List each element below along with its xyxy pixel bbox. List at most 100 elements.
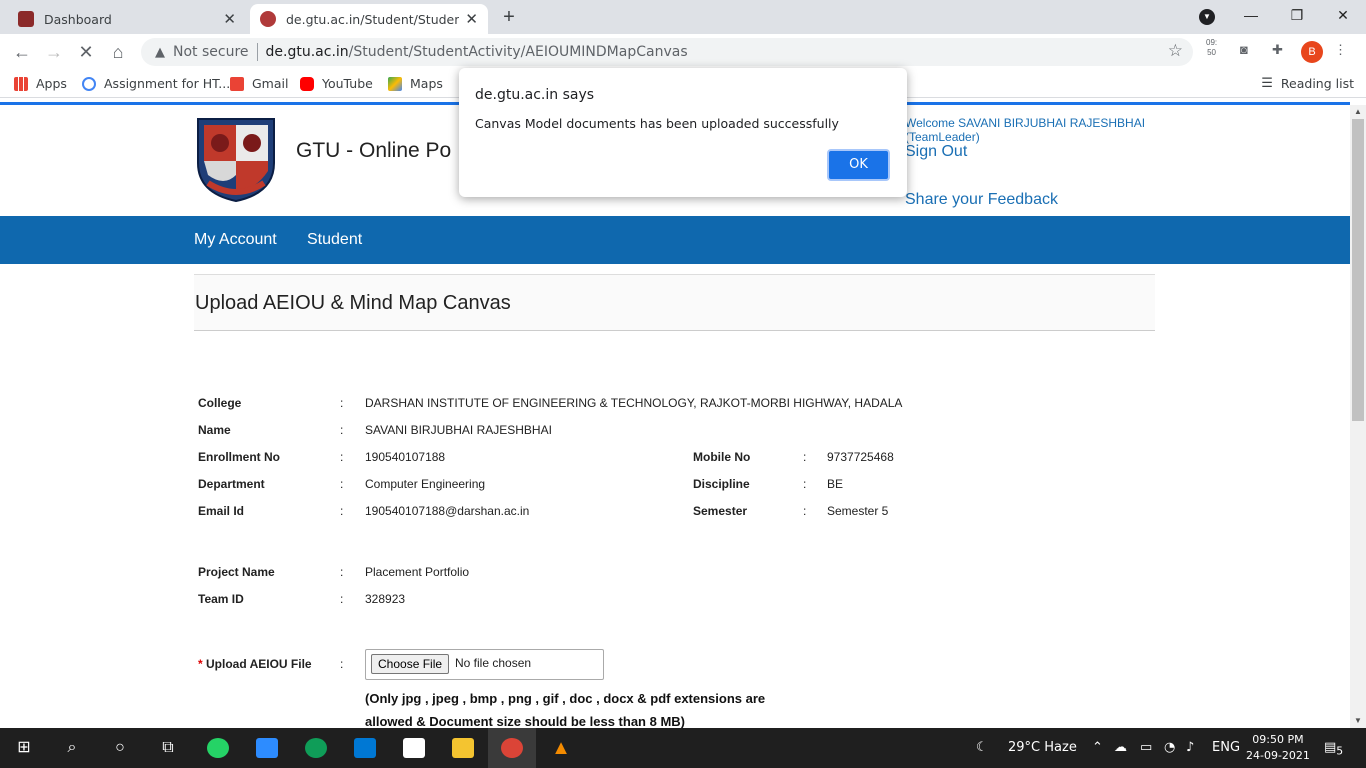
discipline-value: BE [827,477,844,491]
scroll-down-icon[interactable]: ▼ [1350,714,1366,728]
browser-menu-icon[interactable]: ⋮ [1334,42,1347,58]
colon: : [803,477,807,491]
department-label: Department [198,477,265,491]
page-scrollbar[interactable]: ▲ ▼ [1350,105,1366,728]
mail-icon[interactable] [341,734,389,762]
battery-icon[interactable]: ▭ [1140,740,1152,755]
search-icon[interactable]: ⌕ [48,734,96,762]
language-indicator[interactable]: ENG [1212,740,1240,755]
weather-icon[interactable]: ☾ [976,740,988,755]
minimize-icon[interactable]: — [1228,0,1274,32]
new-tab-button[interactable]: + [497,6,521,30]
ok-button[interactable]: OK [827,149,890,181]
dialog-title: de.gtu.ac.in says [475,87,595,103]
page-title: Upload AEIOU & Mind Map Canvas [195,292,511,314]
profile-avatar[interactable]: B [1301,41,1323,63]
sign-out-link[interactable]: Sign Out [905,143,967,161]
whatsapp-icon[interactable] [194,734,242,762]
url-path: /Student/StudentActivity/AEIOUMINDMapCan… [348,44,688,60]
camera-extension-icon[interactable]: ◙ [1240,42,1248,57]
bookmark-label: Assignment for HT... [104,76,231,91]
notification-count: 5 [1336,744,1344,758]
warning-triangle-icon[interactable]: ▲ [155,45,165,60]
upload-label-text: Upload AEIOU File [206,657,312,671]
tray-chevron-icon[interactable]: ⌃ [1092,740,1103,755]
upload-note-line: allowed & Document size should be less t… [365,714,685,728]
bookmark-assignment[interactable]: Assignment for HT... [82,76,230,91]
bookmark-label: Maps [410,76,443,91]
reading-list[interactable]: ☰ Reading list [1261,76,1354,91]
address-bar[interactable]: ▲ Not secure de.gtu.ac.in/Student/Studen… [141,38,1193,66]
upload-label: * Upload AEIOU File [198,657,312,671]
file-input[interactable]: Choose File No file chosen [365,649,604,680]
restore-icon[interactable]: ❐ [1274,0,1320,32]
google-icon [82,76,96,91]
wifi-icon[interactable]: ◔ [1164,740,1175,755]
onedrive-icon[interactable]: ☁ [1114,740,1127,755]
email-value: 190540107188@darshan.ac.in [365,504,530,518]
tab-title: Dashboard [44,11,112,27]
forward-arrow-icon[interactable]: → [42,40,66,64]
colon: : [803,504,807,518]
user-role: (TeamLeader) [905,130,980,144]
close-window-icon[interactable]: ✕ [1320,0,1366,32]
required-asterisk: * [198,657,203,671]
college-label: College [198,396,242,410]
section-header: Upload AEIOU & Mind Map Canvas [194,274,1155,331]
mobile-value: 9737725468 [827,450,894,464]
volume-icon[interactable]: ♪ [1186,740,1194,755]
nav-my-account[interactable]: My Account [194,231,277,249]
project-label: Project Name [198,565,275,579]
store-icon[interactable] [390,734,438,762]
colon: : [340,565,344,579]
mobile-label: Mobile No [693,450,751,464]
reading-list-label: Reading list [1280,76,1354,91]
gtu-favicon-icon [260,11,276,27]
colon: : [340,657,344,671]
tab-canvas-upload[interactable]: de.gtu.ac.in/Student/StudentActi ✕ [250,4,488,34]
chrome-icon[interactable] [488,728,536,768]
weather-text[interactable]: 29°C Haze [1008,740,1077,755]
colon: : [340,423,344,437]
url-text[interactable]: de.gtu.ac.in/Student/StudentActivity/AEI… [266,44,688,60]
close-tab-icon[interactable]: ✕ [465,10,478,28]
bookmark-gmail[interactable]: Gmail [230,76,288,91]
scrollbar-thumb[interactable] [1352,119,1364,421]
colon: : [340,504,344,518]
notification-icon[interactable]: ▤5 [1324,740,1343,758]
tab-search-icon[interactable]: ▼ [1199,9,1215,25]
bookmark-label: Gmail [252,76,289,91]
scroll-up-icon[interactable]: ▲ [1350,105,1366,119]
task-view-icon[interactable]: ⧉ [144,734,192,762]
tab-dashboard[interactable]: Dashboard ✕ [8,4,246,34]
file-explorer-icon[interactable] [439,734,487,762]
system-clock[interactable]: 09:50 PM 24-09-2021 [1246,732,1310,764]
windows-taskbar: ⊞ ⌕ ○ ⧉ ▲ ☾ 29°C Haze ⌃ ☁ ▭ ◔ ♪ ENG 09:5… [0,728,1366,768]
nav-student[interactable]: Student [307,231,362,249]
close-tab-icon[interactable]: ✕ [223,10,236,28]
enrollment-value: 190540107188 [365,450,446,464]
department-value: Computer Engineering [365,477,486,491]
cortana-icon[interactable]: ○ [96,734,144,762]
enrollment-label: Enrollment No [198,450,281,464]
bookmark-apps[interactable]: Apps [14,76,67,91]
choose-file-button[interactable]: Choose File [371,654,450,674]
bookmark-maps[interactable]: Maps [388,76,443,91]
project-value: Placement Portfolio [365,565,470,579]
team-value: 328923 [365,592,406,606]
extensions-puzzle-icon[interactable]: ✚ [1272,42,1283,58]
college-value: DARSHAN INSTITUTE OF ENGINEERING & TECHN… [365,396,903,410]
feedback-link[interactable]: Share your Feedback [905,191,1058,209]
edge-icon[interactable] [292,734,340,762]
bookmark-youtube[interactable]: YouTube [300,76,373,91]
clock-extension-icon[interactable]: 09: 50 [1206,38,1217,58]
start-windows-icon[interactable]: ⊞ [0,734,48,762]
back-arrow-icon[interactable]: ← [10,40,34,64]
bookmark-star-icon[interactable]: ☆ [1168,41,1183,61]
stop-loading-icon[interactable]: ✕ [74,40,98,64]
home-icon[interactable]: ⌂ [106,40,130,64]
not-secure-label[interactable]: Not secure [173,44,249,60]
zoom-icon[interactable] [243,734,291,762]
vlc-icon[interactable]: ▲ [537,734,585,762]
reading-list-icon: ☰ [1261,76,1273,91]
